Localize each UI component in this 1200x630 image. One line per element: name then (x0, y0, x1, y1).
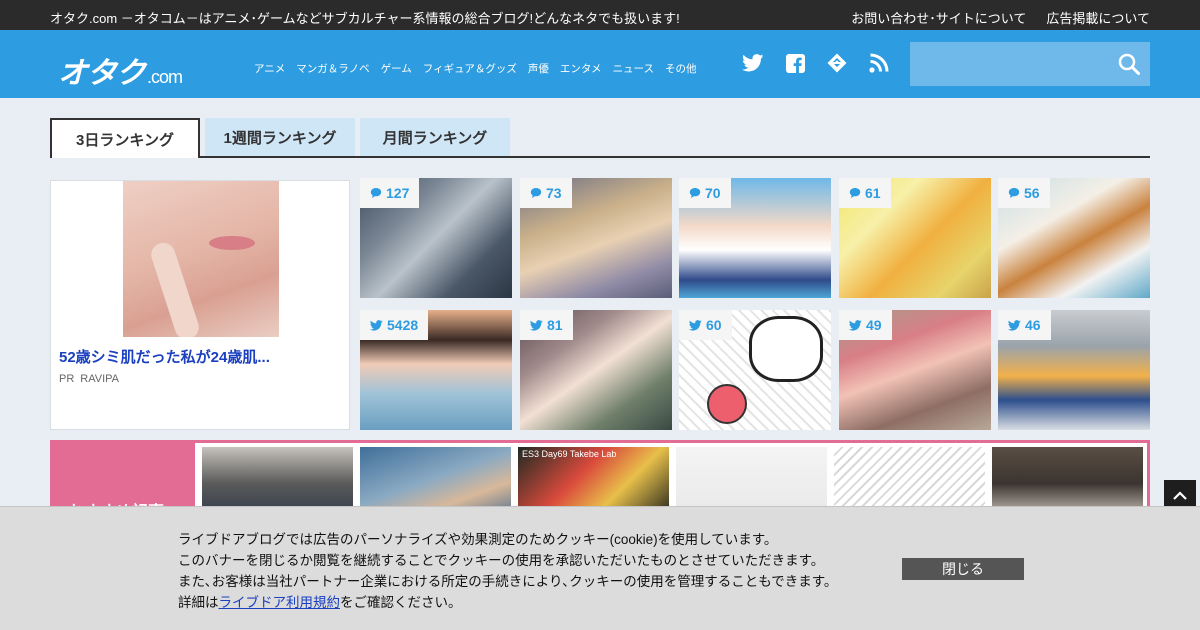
advertise-link[interactable]: 広告掲載について (1046, 8, 1150, 27)
top-links: お問い合わせ･サイトについて 広告掲載について (851, 8, 1150, 27)
ranking-item[interactable]: 127 (360, 178, 512, 298)
cookie-line-prefix: 詳細は (178, 595, 219, 610)
nav-manga[interactable]: マンガ＆ラノベ (296, 61, 369, 76)
ranking-item[interactable]: 73 (520, 178, 672, 298)
contact-link[interactable]: お問い合わせ･サイトについて (851, 8, 1026, 27)
tweet-count-badge: 60 (679, 310, 732, 340)
cookie-banner: ライブドアブログでは広告のパーソナライズや効果測定のためクッキー(cookie)… (0, 506, 1200, 630)
comment-icon (689, 188, 701, 198)
nav-seiyuu[interactable]: 声優 (528, 61, 549, 76)
comment-icon (370, 188, 382, 198)
comment-count: 61 (865, 185, 881, 201)
tweet-count-badge: 49 (839, 310, 892, 340)
rss-icon[interactable] (868, 52, 890, 74)
twitter-icon (370, 319, 383, 331)
tweet-count: 49 (866, 317, 882, 333)
search-input[interactable] (910, 42, 1110, 86)
terms-link[interactable]: ライブドア利用規約 (219, 595, 341, 610)
nav-anime[interactable]: アニメ (254, 61, 285, 76)
cookie-text: ライブドアブログでは広告のパーソナライズや効果測定のためクッキー(cookie)… (178, 529, 837, 613)
nav-entame[interactable]: エンタメ (560, 61, 602, 76)
chevron-up-icon (1173, 491, 1187, 500)
comment-count-badge: 56 (998, 178, 1050, 208)
search-icon[interactable] (1118, 53, 1140, 75)
nav-game[interactable]: ゲーム (381, 61, 412, 76)
tweet-count-badge: 46 (998, 310, 1051, 340)
comment-count-badge: 61 (839, 178, 891, 208)
twitter-icon (1008, 319, 1021, 331)
bear-face-graphic (749, 316, 823, 382)
twitter-icon (530, 319, 543, 331)
ranking-item[interactable]: 60 (679, 310, 831, 430)
top-bar: オタク.com －オタコム－はアニメ･ゲームなどサブカルチャー系情報の総合ブログ… (0, 0, 1200, 30)
social-links (742, 52, 890, 74)
nav-news[interactable]: ニュース (613, 61, 654, 76)
comment-count: 70 (705, 185, 721, 201)
logo-suffix: .com (147, 67, 183, 87)
comment-count-badge: 127 (360, 178, 420, 208)
logo-text: オタク (58, 57, 146, 90)
search-box (910, 42, 1150, 86)
cookie-line: このバナーを閉じるか閲覧を継続することでクッキーの使用を承認いただいたものとさせ… (178, 553, 825, 568)
ranking-item[interactable]: 5428 (360, 310, 512, 430)
comment-icon (1008, 188, 1020, 198)
twitter-icon (849, 319, 862, 331)
twitter-icon[interactable] (742, 52, 764, 74)
ranking-item[interactable]: 49 (839, 310, 991, 430)
cookie-line-suffix: をご確認ください。 (340, 595, 462, 610)
ranking-item[interactable]: 56 (998, 178, 1150, 298)
ranking-item[interactable]: 46 (998, 310, 1150, 430)
cookie-line: また､お客様は当社パートナー企業における所定の手続きにより､クッキーの使用を管理… (178, 574, 838, 589)
site-tagline: オタク.com －オタコム－はアニメ･ゲームなどサブカルチャー系情報の総合ブログ… (50, 11, 680, 26)
feedly-icon[interactable] (826, 52, 848, 74)
recommended-caption: ES3 Day69 Takebe Lab (522, 449, 617, 459)
tweet-count: 60 (706, 317, 722, 333)
ad-meta: PR RAVIPA (59, 373, 119, 385)
site-logo[interactable]: オタク .com (58, 48, 183, 92)
ranking-item[interactable]: 61 (839, 178, 991, 298)
nav-figure[interactable]: フィギュア＆グッズ (423, 61, 517, 76)
tweet-count: 46 (1025, 317, 1041, 333)
comment-icon (849, 188, 861, 198)
nav-other[interactable]: その他 (665, 61, 697, 76)
cookie-line: 詳細はライブドア利用規約をご確認ください。 (178, 592, 837, 613)
comment-count: 127 (386, 185, 410, 201)
ad-pr-label: PR (59, 373, 75, 385)
comment-count-badge: 70 (679, 178, 731, 208)
cookie-close-button[interactable]: 閉じる (902, 558, 1024, 580)
ball-graphic (707, 384, 747, 424)
ad-title[interactable]: 52歳シミ肌だった私が24歳肌... (59, 346, 270, 367)
ad-sponsor: RAVIPA (80, 373, 119, 385)
tab-3day[interactable]: 3日ランキング (50, 118, 200, 158)
ad-image (123, 181, 279, 337)
ranking-item[interactable]: 70 (679, 178, 831, 298)
tweet-count: 81 (547, 317, 563, 333)
tweet-count-badge: 81 (520, 310, 573, 340)
comment-count: 56 (1024, 185, 1040, 201)
ranking-tabs: 3日ランキング 1週間ランキング 月間ランキング (50, 118, 1150, 158)
tab-1week[interactable]: 1週間ランキング (205, 118, 355, 156)
ad-card[interactable]: 52歳シミ肌だった私が24歳肌... PR RAVIPA (50, 180, 350, 430)
tweet-count: 5428 (387, 317, 419, 333)
comment-count-badge: 73 (520, 178, 572, 208)
tab-monthly[interactable]: 月間ランキング (360, 118, 510, 156)
comment-icon (530, 188, 542, 198)
tweet-count-badge: 5428 (360, 310, 429, 340)
main-nav: アニメ マンガ＆ラノベ ゲーム フィギュア＆グッズ 声優 エンタメ ニュース そ… (254, 61, 697, 76)
comment-count: 73 (546, 185, 562, 201)
ranking-item[interactable]: 81 (520, 310, 672, 430)
site-header: オタク .com アニメ マンガ＆ラノベ ゲーム フィギュア＆グッズ 声優 エンタ… (0, 30, 1200, 98)
facebook-icon[interactable] (784, 52, 806, 74)
twitter-icon (689, 319, 702, 331)
cookie-line: ライブドアブログでは広告のパーソナライズや効果測定のためクッキー(cookie)… (178, 532, 778, 547)
